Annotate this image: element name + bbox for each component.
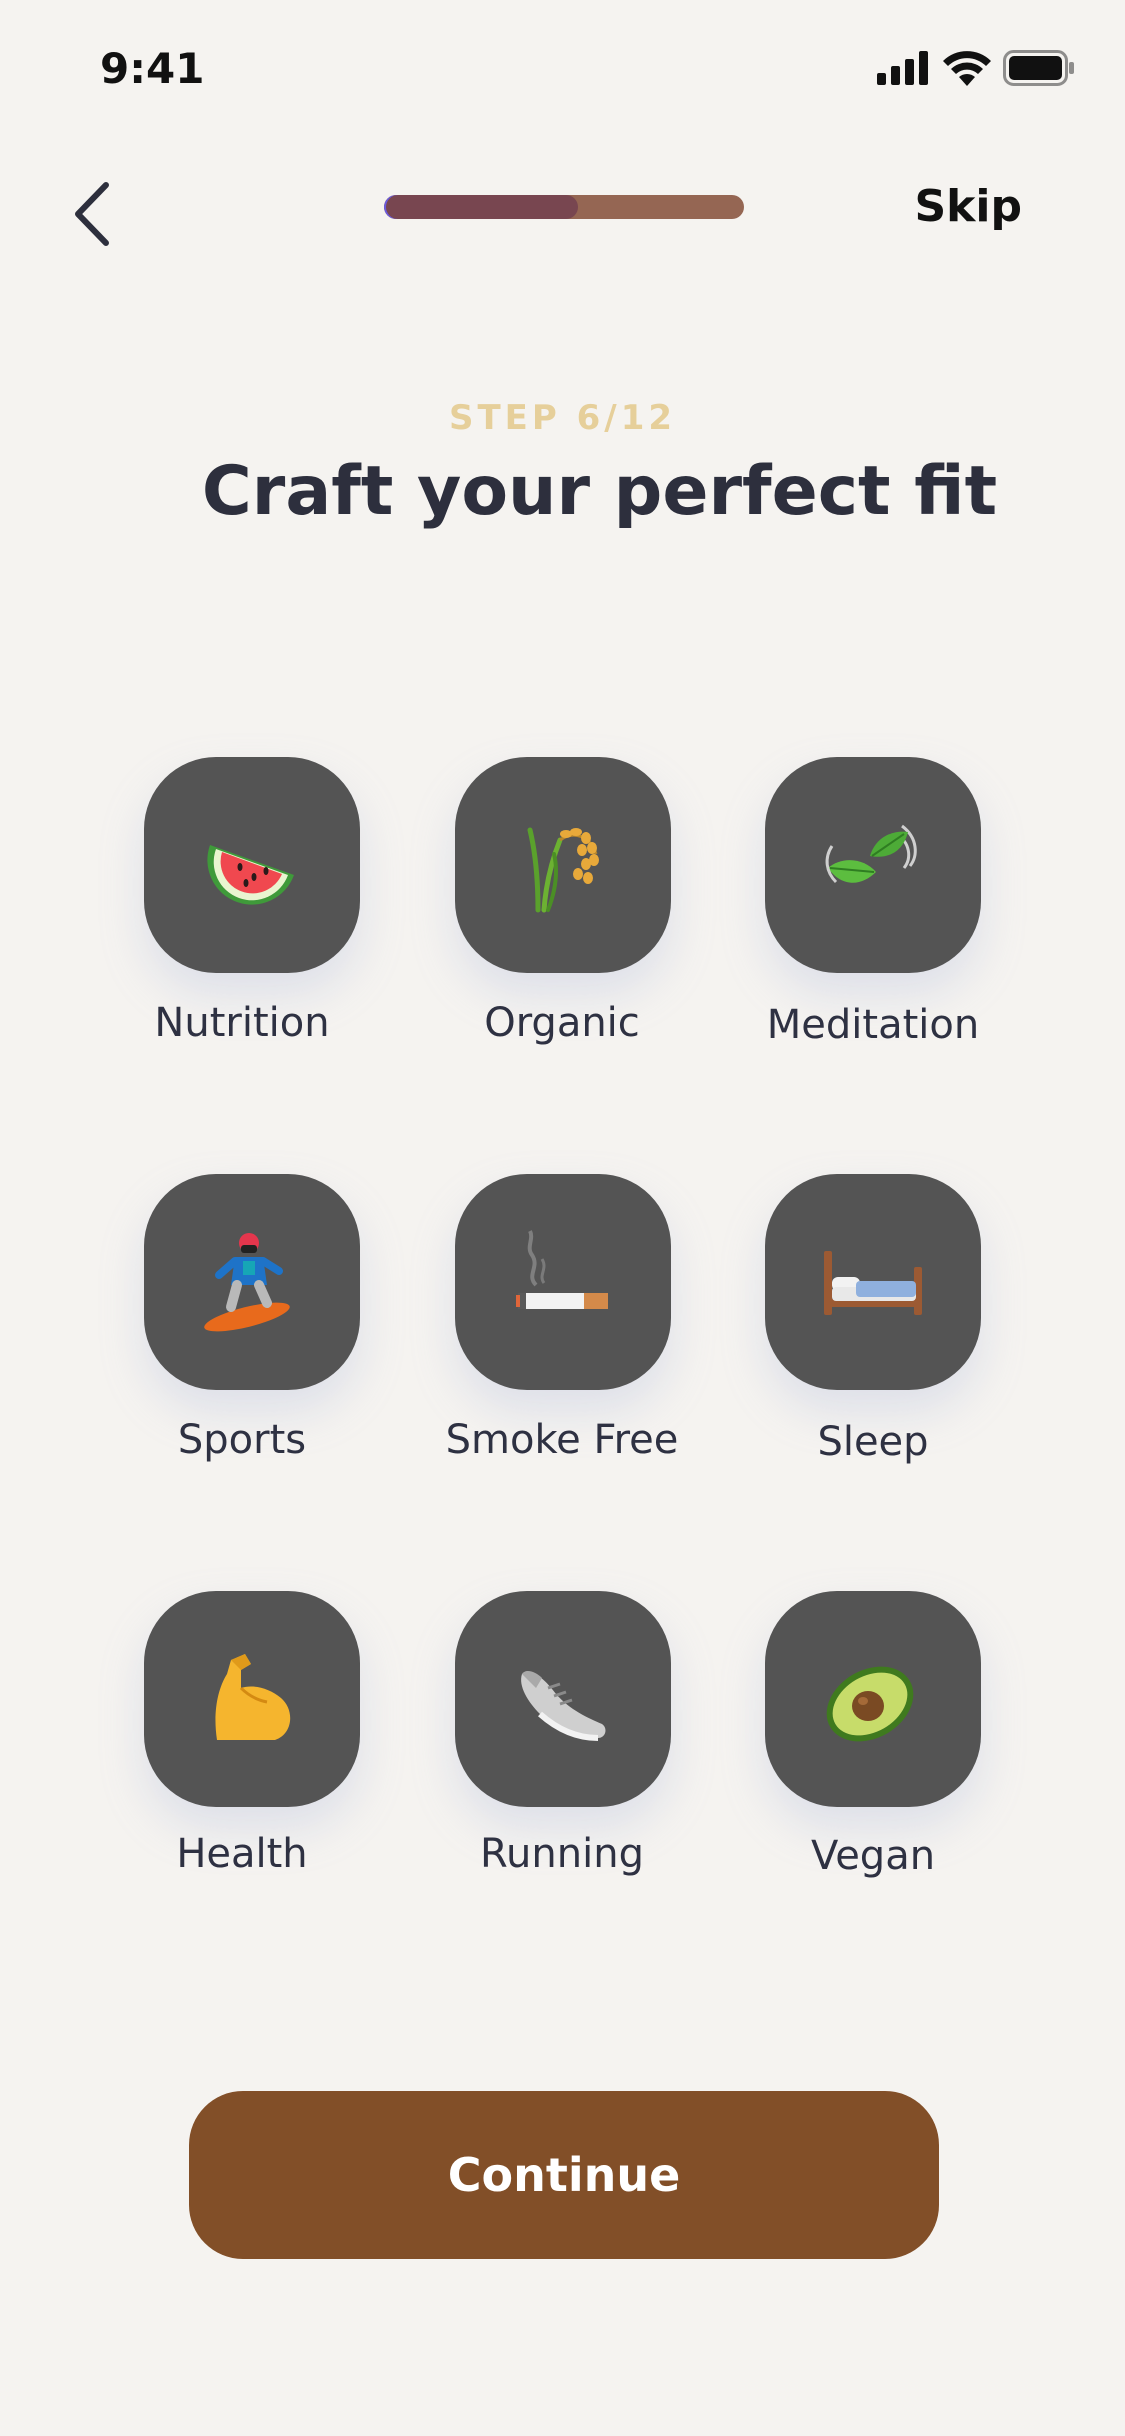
category-label-organic: Organic [484, 1000, 640, 1046]
category-tile-health[interactable] [144, 1591, 360, 1807]
category-label-smoke-free: Smoke Free [445, 1417, 679, 1463]
page-title: Craft your perfect fit [201, 452, 998, 531]
continue-button[interactable]: Continue [189, 2091, 939, 2259]
bed-icon [818, 1227, 928, 1337]
category-tile-meditation[interactable] [765, 757, 981, 973]
step-indicator: STEP 6/12 [448, 398, 677, 438]
progress-bar [384, 195, 744, 219]
category-label-meditation: Meditation [766, 1002, 980, 1048]
status-icons [877, 50, 1075, 86]
category-tile-nutrition[interactable] [144, 757, 360, 973]
back-button[interactable] [62, 176, 122, 256]
category-tile-sports[interactable] [144, 1174, 360, 1390]
battery-icon [1003, 50, 1075, 86]
cigarette-icon [508, 1227, 618, 1337]
category-label-sports: Sports [177, 1417, 307, 1463]
progress-fill [384, 195, 579, 219]
category-label-running: Running [480, 1831, 644, 1877]
watermelon-icon [202, 815, 302, 915]
category-tile-smoke-free[interactable] [455, 1174, 671, 1390]
category-label-sleep: Sleep [817, 1419, 929, 1465]
category-tile-sleep[interactable] [765, 1174, 981, 1390]
leaves-icon [818, 810, 928, 920]
status-time: 9:41 [100, 44, 205, 93]
chevron-left-icon [72, 181, 112, 251]
cellular-signal-icon [877, 51, 931, 85]
category-label-vegan: Vegan [810, 1833, 936, 1879]
avocado-icon [818, 1644, 928, 1754]
skip-button[interactable]: Skip [914, 181, 1022, 232]
wifi-icon [943, 50, 991, 86]
rice-plant-icon [508, 810, 618, 920]
snowboarder-icon [197, 1227, 307, 1337]
category-label-health: Health [176, 1831, 308, 1877]
category-tile-vegan[interactable] [765, 1591, 981, 1807]
running-shoe-icon [508, 1644, 618, 1754]
category-label-nutrition: Nutrition [154, 1000, 330, 1046]
category-tile-organic[interactable] [455, 757, 671, 973]
category-tile-running[interactable] [455, 1591, 671, 1807]
flexed-biceps-icon [197, 1644, 307, 1754]
